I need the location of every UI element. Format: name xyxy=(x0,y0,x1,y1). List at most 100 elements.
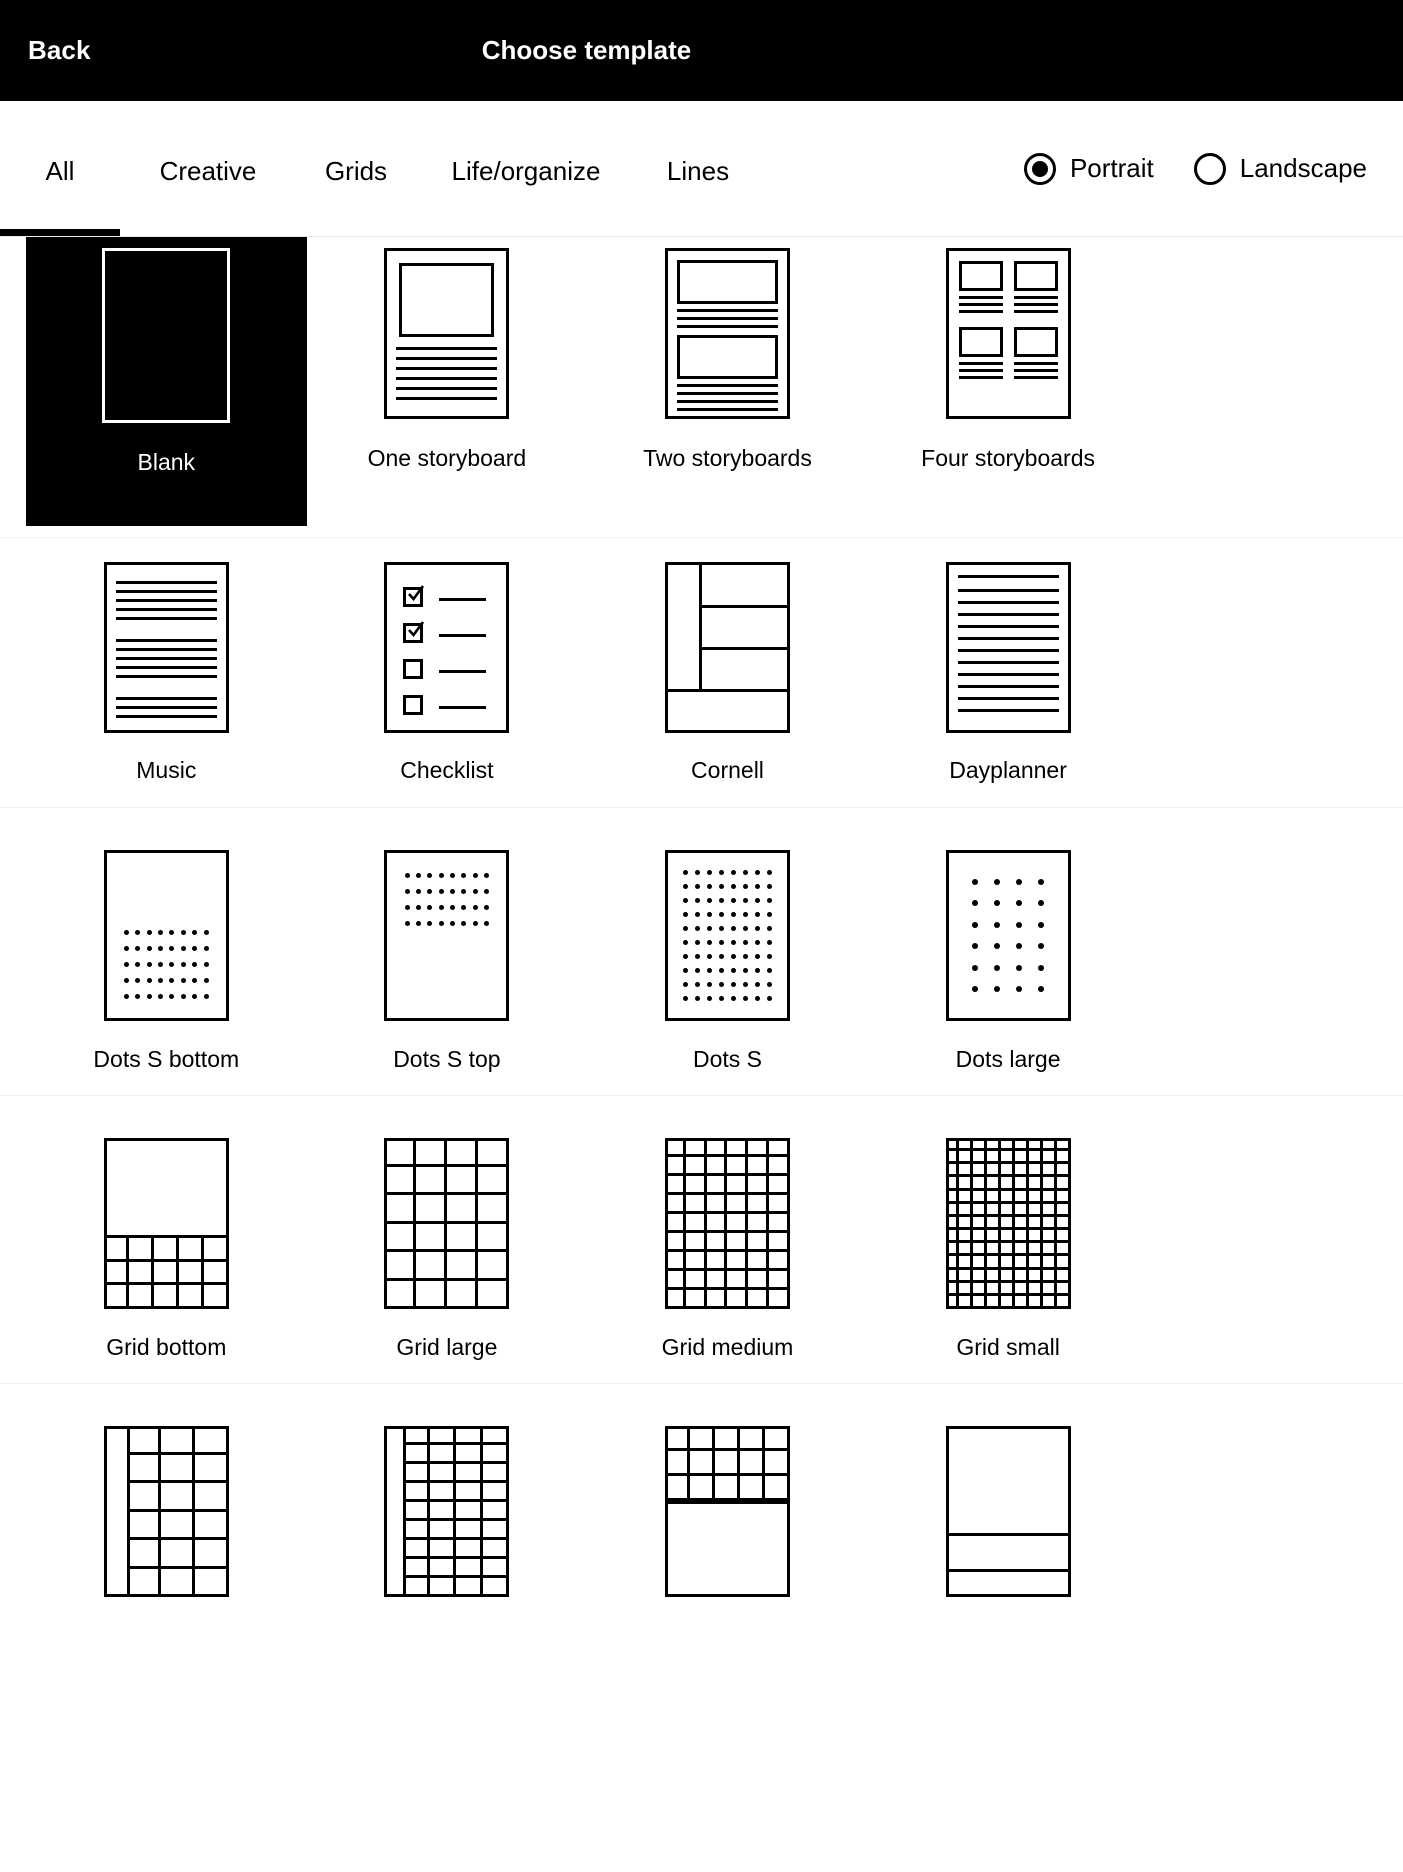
template-label: Dayplanner xyxy=(949,757,1067,783)
template-card-dayplanner[interactable]: Dayplanner xyxy=(868,538,1149,807)
thumbnail-dayplanner xyxy=(868,562,1148,733)
tab-all[interactable]: All xyxy=(0,101,120,236)
template-label: One storyboard xyxy=(367,445,527,471)
template-card-row5-1[interactable] xyxy=(26,1384,307,1683)
tab-life-organize-label: Life/organize xyxy=(451,156,601,186)
page-preview xyxy=(664,1138,790,1309)
thumbnail-dots-s-bottom xyxy=(26,850,306,1021)
template-card-grid-bottom[interactable]: Grid bottom xyxy=(26,1096,307,1383)
grid-pattern xyxy=(403,1429,507,1594)
thumbnail-grid-small xyxy=(868,1138,1148,1309)
tab-grids[interactable]: Grids xyxy=(296,101,416,236)
radio-selected-icon xyxy=(1023,152,1056,185)
page-preview xyxy=(384,1426,510,1597)
page-preview xyxy=(945,1138,1071,1309)
dot-grid xyxy=(401,867,492,931)
page-preview xyxy=(384,850,510,1021)
template-card-row5-4[interactable] xyxy=(868,1384,1149,1683)
thumbnail-two-storyboards xyxy=(587,248,867,419)
template-label: Checklist xyxy=(400,757,494,783)
template-label: Dots large xyxy=(955,1046,1061,1072)
grid-pattern xyxy=(126,1429,226,1594)
orientation-radio-group: Portrait Landscape xyxy=(1023,152,1367,185)
dot-grid xyxy=(121,924,212,1004)
thumbnail-dots-s-top xyxy=(307,850,587,1021)
page-preview xyxy=(664,1426,790,1597)
thumbnail-music xyxy=(26,562,306,733)
template-card-four-storyboards[interactable]: Four storyboards xyxy=(868,237,1149,537)
template-row: Grid bottom Grid large Grid medium Grid … xyxy=(0,1095,1403,1383)
template-card-two-storyboards[interactable]: Two storyboards xyxy=(587,237,868,537)
template-card-grid-medium[interactable]: Grid medium xyxy=(587,1096,868,1383)
template-label: Two storyboards xyxy=(643,445,812,471)
page-preview xyxy=(384,562,510,733)
page-preview xyxy=(945,248,1071,419)
thumbnail-blank xyxy=(26,248,306,423)
template-card-row5-3[interactable] xyxy=(587,1384,868,1683)
checkbox-icon xyxy=(403,695,424,715)
grid-pattern xyxy=(948,1141,1068,1306)
thumbnail-row5-2 xyxy=(307,1426,587,1597)
thumbnail-dots-s xyxy=(587,850,867,1021)
template-card-grid-small[interactable]: Grid small xyxy=(868,1096,1149,1383)
tab-grids-label: Grids xyxy=(324,156,388,186)
page-preview xyxy=(945,850,1071,1021)
radio-unselected-icon xyxy=(1193,152,1226,185)
template-card-cornell[interactable]: Cornell xyxy=(587,538,868,807)
thumbnail-row5-3 xyxy=(587,1426,867,1597)
checkbox-icon xyxy=(403,659,424,679)
template-label: Grid medium xyxy=(661,1334,794,1360)
page-preview xyxy=(664,850,790,1021)
dot-grid xyxy=(965,871,1052,1000)
template-card-dots-large[interactable]: Dots large xyxy=(868,808,1149,1095)
thumbnail-checklist xyxy=(307,562,587,733)
tab-creative-label: Creative xyxy=(159,156,257,186)
tab-lines[interactable]: Lines xyxy=(638,101,758,236)
template-card-music[interactable]: Music xyxy=(26,538,307,807)
page-preview xyxy=(664,562,790,733)
tab-life-organize[interactable]: Life/organize xyxy=(426,101,626,236)
template-row: Music Checklist Cornell Dayplanner xyxy=(0,537,1403,807)
thumbnail-grid-bottom xyxy=(26,1138,306,1309)
thumbnail-cornell xyxy=(587,562,867,733)
page-preview xyxy=(103,850,229,1021)
template-card-dots-s-bottom[interactable]: Dots S bottom xyxy=(26,808,307,1095)
template-label: Four storyboards xyxy=(921,445,1095,471)
thumbnail-dots-large xyxy=(868,850,1148,1021)
template-card-row5-2[interactable] xyxy=(307,1384,588,1683)
orientation-option-portrait[interactable]: Portrait xyxy=(1023,152,1154,185)
thumbnail-one-storyboard xyxy=(307,248,587,419)
template-card-blank[interactable]: Blank xyxy=(26,237,307,526)
thumbnail-grid-medium xyxy=(587,1138,867,1309)
checkbox-checked-icon xyxy=(403,621,425,643)
template-card-checklist[interactable]: Checklist xyxy=(307,538,588,807)
template-card-grid-large[interactable]: Grid large xyxy=(307,1096,588,1383)
template-row: Blank One storyboard Two storyboards Fou… xyxy=(0,237,1403,537)
template-label: Grid small xyxy=(956,1334,1060,1360)
template-card-dots-s[interactable]: Dots S xyxy=(587,808,868,1095)
thumbnail-row5-4 xyxy=(868,1426,1148,1597)
page-preview-blank xyxy=(102,248,231,423)
grid-pattern xyxy=(387,1141,507,1306)
checkbox-checked-icon xyxy=(403,585,425,607)
tab-list: All Creative Grids Life/organize Lines xyxy=(0,101,758,236)
page-preview xyxy=(945,1426,1071,1597)
orientation-option-landscape[interactable]: Landscape xyxy=(1193,152,1367,185)
grid-pattern xyxy=(667,1141,787,1306)
thumbnail-grid-large xyxy=(307,1138,587,1309)
template-label: Music xyxy=(136,757,197,783)
thumbnail-four-storyboards xyxy=(868,248,1148,419)
template-card-dots-s-top[interactable]: Dots S top xyxy=(307,808,588,1095)
template-label: Dots S bottom xyxy=(93,1046,240,1072)
page-preview xyxy=(384,1138,510,1309)
tab-creative[interactable]: Creative xyxy=(130,101,286,236)
filter-tabbar: All Creative Grids Life/organize Lines P… xyxy=(0,101,1403,237)
template-label: Grid bottom xyxy=(106,1334,227,1360)
tab-all-label: All xyxy=(45,156,75,186)
app-header: Back Choose template xyxy=(0,0,1403,101)
orientation-landscape-label: Landscape xyxy=(1239,153,1367,183)
grid-pattern xyxy=(106,1235,226,1306)
template-card-one-storyboard[interactable]: One storyboard xyxy=(307,237,588,537)
page-title: Choose template xyxy=(481,35,692,65)
page-preview xyxy=(103,1138,229,1309)
